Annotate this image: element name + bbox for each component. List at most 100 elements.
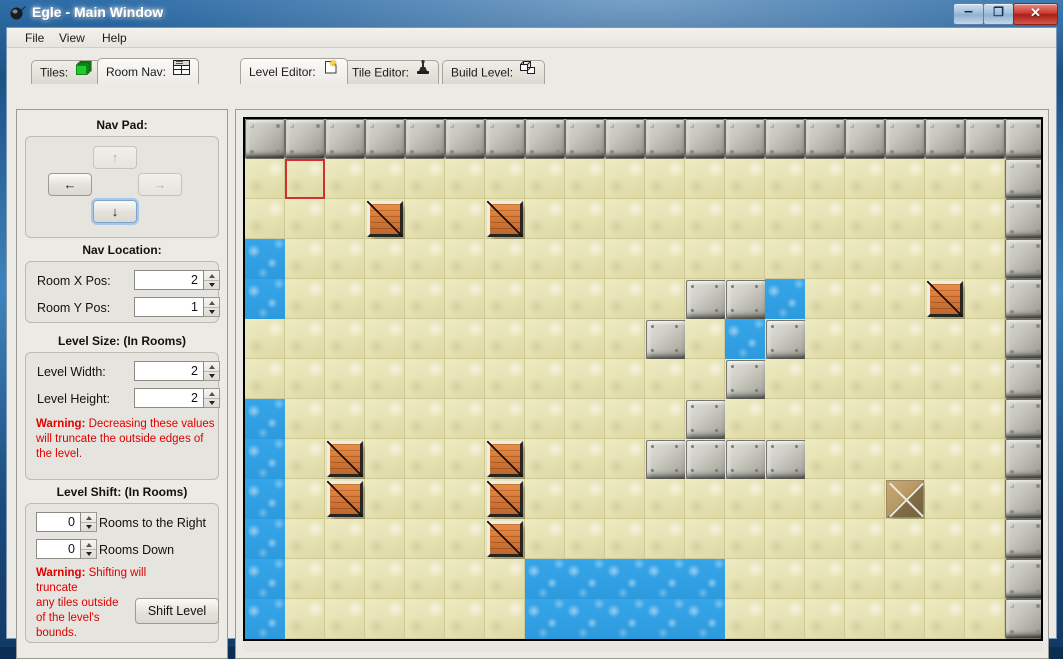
minimize-button[interactable]: – [953, 3, 984, 25]
tile-floor[interactable] [285, 399, 325, 439]
tile-floor[interactable] [845, 199, 885, 239]
tile-floor[interactable] [885, 399, 925, 439]
rooms-down-stepper[interactable] [81, 539, 97, 559]
tile-floor[interactable] [805, 239, 845, 279]
tile-floor[interactable] [445, 439, 485, 479]
tile-wall[interactable] [445, 119, 485, 159]
tile-floor[interactable] [885, 159, 925, 199]
tile-floor[interactable] [685, 519, 725, 559]
tile-crate[interactable] [485, 199, 525, 239]
tile-floor[interactable] [645, 239, 685, 279]
tile-stone[interactable] [685, 439, 726, 480]
tile-floor[interactable] [405, 439, 445, 479]
tile-floor[interactable] [565, 239, 605, 279]
tile-floor[interactable] [845, 559, 885, 599]
tile-water[interactable] [245, 439, 285, 479]
rooms-down-down[interactable] [81, 549, 96, 558]
tile-floor[interactable] [845, 359, 885, 399]
tile-floor[interactable] [885, 559, 925, 599]
tile-floor[interactable] [605, 199, 645, 239]
tile-floor[interactable] [805, 199, 845, 239]
tile-water[interactable] [725, 319, 765, 359]
tile-floor[interactable] [245, 359, 285, 399]
tile-floor[interactable] [725, 559, 765, 599]
tile-floor[interactable] [805, 559, 845, 599]
tile-crate[interactable] [485, 519, 525, 559]
tile-water[interactable] [245, 559, 285, 599]
tile-floor[interactable] [845, 279, 885, 319]
tile-wall[interactable] [1005, 399, 1041, 439]
tile-wall[interactable] [1005, 599, 1041, 639]
nav-up-button[interactable]: ↑ [93, 146, 137, 169]
tile-water[interactable] [565, 559, 605, 599]
tile-floor[interactable] [365, 359, 405, 399]
room-y-pos-down[interactable] [204, 307, 219, 316]
tile-wall[interactable] [405, 119, 445, 159]
tile-floor[interactable] [325, 399, 365, 439]
menu-view[interactable]: View [53, 30, 91, 46]
tile-floor[interactable] [405, 479, 445, 519]
tile-floor[interactable] [565, 359, 605, 399]
tile-floor[interactable] [485, 239, 525, 279]
tile-floor[interactable] [965, 519, 1005, 559]
tile-floor[interactable] [965, 439, 1005, 479]
tile-floor[interactable] [605, 519, 645, 559]
tile-wall[interactable] [1005, 359, 1041, 399]
tile-floor[interactable] [725, 159, 765, 199]
tile-floor[interactable] [805, 279, 845, 319]
tile-floor[interactable] [965, 359, 1005, 399]
tile-floor[interactable] [365, 319, 405, 359]
tile-floor[interactable] [525, 359, 565, 399]
tile-floor[interactable] [565, 199, 605, 239]
tile-stone[interactable] [725, 279, 766, 320]
tile-floor[interactable] [445, 519, 485, 559]
tile-floor[interactable] [845, 319, 885, 359]
tile-floor[interactable] [405, 599, 445, 639]
tile-water[interactable] [245, 479, 285, 519]
tile-floor[interactable] [765, 159, 805, 199]
tile-floor[interactable] [885, 519, 925, 559]
tile-floor[interactable] [965, 399, 1005, 439]
tile-water[interactable] [765, 279, 805, 319]
tile-crate[interactable] [485, 439, 525, 479]
tile-floor[interactable] [525, 279, 565, 319]
tile-floor[interactable] [725, 519, 765, 559]
tile-floor[interactable] [765, 239, 805, 279]
tile-floor[interactable] [405, 399, 445, 439]
tile-floor[interactable] [325, 559, 365, 599]
tile-water[interactable] [645, 559, 685, 599]
tile-floor[interactable] [645, 359, 685, 399]
tile-floor[interactable] [885, 439, 925, 479]
tile-stone[interactable] [685, 279, 726, 320]
tile-floor[interactable] [325, 239, 365, 279]
tab-room-nav[interactable]: Room Nav: [97, 58, 200, 84]
tile-water[interactable] [245, 279, 285, 319]
tile-floor[interactable] [645, 519, 685, 559]
tile-wall[interactable] [245, 119, 285, 159]
tile-floor[interactable] [445, 279, 485, 319]
tile-floor[interactable] [605, 359, 645, 399]
tile-floor[interactable] [845, 439, 885, 479]
tile-wall[interactable] [925, 119, 965, 159]
tile-floor[interactable] [525, 159, 565, 199]
nav-down-button[interactable]: ↓ [93, 200, 137, 223]
tile-wall[interactable] [1005, 279, 1041, 319]
tile-floor[interactable] [445, 399, 485, 439]
tile-floor[interactable] [685, 199, 725, 239]
tile-water[interactable] [565, 599, 605, 639]
tile-wall[interactable] [765, 119, 805, 159]
tile-floor[interactable] [605, 159, 645, 199]
level-width-stepper[interactable] [204, 361, 220, 381]
tile-water[interactable] [245, 399, 285, 439]
tile-floor[interactable] [965, 319, 1005, 359]
level-width-down[interactable] [204, 371, 219, 380]
tile-floor[interactable] [285, 599, 325, 639]
tile-floor[interactable] [885, 599, 925, 639]
tile-floor[interactable] [565, 319, 605, 359]
tile-floor[interactable] [965, 559, 1005, 599]
tile-floor[interactable] [285, 199, 325, 239]
menu-file[interactable]: File [19, 30, 50, 46]
tile-wall[interactable] [1005, 439, 1041, 479]
tile-floor[interactable] [725, 599, 765, 639]
tile-floor[interactable] [525, 439, 565, 479]
